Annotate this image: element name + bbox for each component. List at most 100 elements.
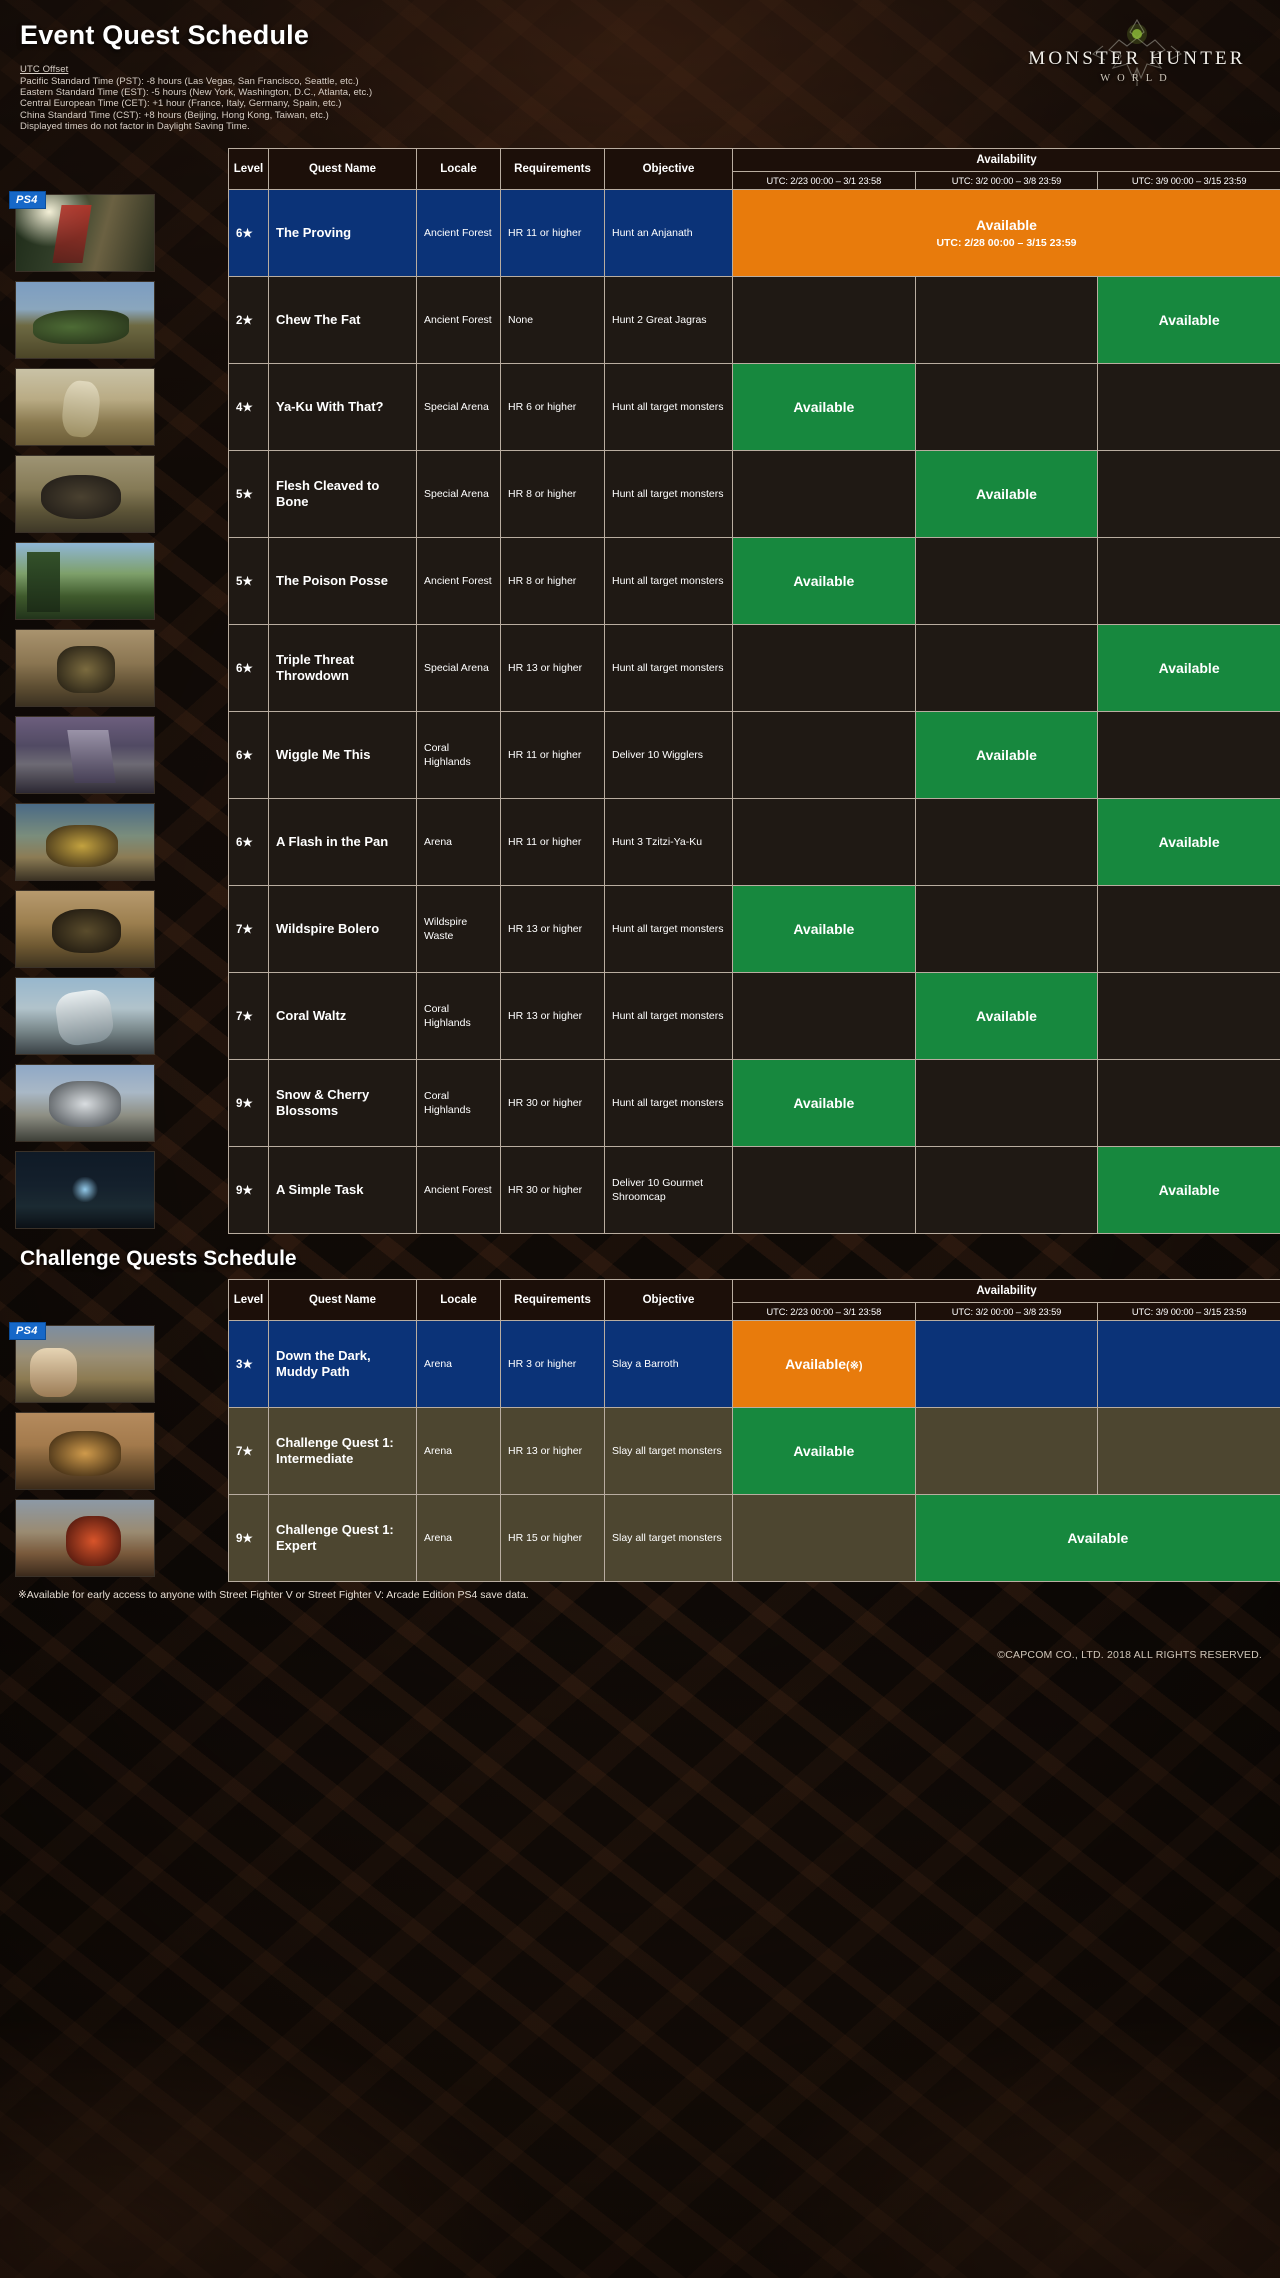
cell-quest-name: Chew The Fat xyxy=(268,276,417,364)
quest-thumbnail-art xyxy=(16,803,154,880)
event-quest-schedule: PS4 Level Quest Name Locale Requirements… xyxy=(0,148,1280,1234)
quest-thumbnail-slot xyxy=(0,711,228,798)
challenge-thumbnail-column: PS4 xyxy=(0,1279,228,1581)
quest-thumbnail-art xyxy=(16,455,154,532)
utc-offset-line: Displayed times do not factor in Dayligh… xyxy=(20,120,250,132)
cell-level: 9★ xyxy=(228,1059,269,1147)
quest-thumbnail xyxy=(15,1411,155,1490)
quest-thumbnail xyxy=(15,889,155,968)
quest-thumbnail-art xyxy=(16,629,154,706)
cell-locale: Special Arena xyxy=(416,450,501,538)
col-header-quest-name: Quest Name xyxy=(268,148,417,190)
quest-thumbnail xyxy=(15,715,155,794)
cell-locale: Coral Highlands xyxy=(416,972,501,1060)
cell-locale: Ancient Forest xyxy=(416,276,501,364)
cell-requirements: HR 11 or higher xyxy=(500,711,605,799)
utc-offset-block: UTC Offset Pacific Standard Time (PST): … xyxy=(20,64,372,132)
quest-thumbnail-art xyxy=(16,1412,154,1489)
challenge-table-body: 3★ Down the Dark, Muddy Path Arena HR 3 or … xyxy=(228,1320,1280,1582)
cell-quest-name: Flesh Cleaved to Bone xyxy=(268,450,417,538)
cell-objective: Slay a Barroth xyxy=(604,1320,733,1408)
cell-requirements: HR 13 or higher xyxy=(500,624,605,712)
cell-quest-name: Coral Waltz xyxy=(268,972,417,1060)
availability-cell-available: Available xyxy=(732,363,916,451)
header-row-primary: Level Quest Name Locale Requirements Obj… xyxy=(228,1279,1280,1321)
event-table-body: 6★ The Proving Ancient Forest HR 11 or high… xyxy=(228,189,1280,1234)
cell-locale: Wildspire Waste xyxy=(416,885,501,973)
quest-row: 9★ A Simple Task Ancient Forest HR 30 or hi… xyxy=(228,1146,1280,1234)
availability-cell-empty xyxy=(732,972,916,1060)
quest-row: 5★ Flesh Cleaved to Bone Special Arena HR 8… xyxy=(228,450,1280,538)
utc-offset-line: Eastern Standard Time (EST): -5 hours (N… xyxy=(20,87,373,99)
quest-row: 7★ Challenge Quest 1: Intermediate Arena HR… xyxy=(228,1407,1280,1495)
quest-thumbnail xyxy=(15,1063,155,1142)
availability-cell-empty xyxy=(914,1320,1099,1408)
logo-subtitle: WORLD xyxy=(1100,73,1174,84)
cell-objective: Hunt all target monsters xyxy=(604,972,733,1060)
availability-cell-available: Available xyxy=(732,537,916,625)
cell-objective: Hunt all target monsters xyxy=(604,363,733,451)
cell-locale: Special Arena xyxy=(416,624,501,712)
cell-level: 7★ xyxy=(228,972,269,1060)
quest-row: 6★ Wiggle Me This Coral Highlands HR 11 or … xyxy=(228,711,1280,799)
quest-thumbnail-art xyxy=(16,368,154,445)
quest-thumbnail-slot xyxy=(0,537,228,624)
cell-objective: Slay all target monsters xyxy=(604,1407,733,1495)
cell-level: 4★ xyxy=(228,363,269,451)
quest-row: 6★ Triple Threat Throwdown Special Arena HR… xyxy=(228,624,1280,712)
availability-cell-empty xyxy=(1097,363,1280,451)
availability-cell-available: Available xyxy=(732,885,916,973)
page-header: Event Quest Schedule UTC Offset Pacific … xyxy=(0,0,1280,148)
quest-thumbnail xyxy=(15,541,155,620)
cell-requirements: HR 3 or higher xyxy=(500,1320,605,1408)
quest-thumbnail-art xyxy=(16,716,154,793)
quest-thumbnail-art xyxy=(16,1151,154,1228)
cell-level: 6★ xyxy=(228,624,269,712)
col-header-quest-name: Quest Name xyxy=(268,1279,417,1321)
availability-cell-empty xyxy=(732,711,916,799)
availability-cell-empty xyxy=(1097,972,1280,1060)
col-header-availability: Availability xyxy=(732,148,1280,172)
col-header-level: Level xyxy=(228,1279,269,1321)
availability-cell-empty xyxy=(914,537,1099,625)
cell-requirements: HR 11 or higher xyxy=(500,189,605,277)
cell-objective: Hunt all target monsters xyxy=(604,624,733,712)
availability-cell-available: Available UTC: 2/28 00:00 – 3/15 23:59 xyxy=(732,189,1280,277)
cell-quest-name: Wiggle Me This xyxy=(268,711,417,799)
quest-thumbnail xyxy=(15,454,155,533)
cell-objective: Hunt 3 Tzitzi-Ya-Ku xyxy=(604,798,733,886)
availability-cell-available: Available xyxy=(914,1494,1280,1582)
col-header-objective: Objective xyxy=(604,148,733,190)
quest-thumbnail-slot: PS4 xyxy=(0,1320,228,1407)
cell-locale: Arena xyxy=(416,1320,501,1408)
availability-cell-empty xyxy=(914,798,1099,886)
challenge-table-head: Level Quest Name Locale Requirements Obj… xyxy=(228,1279,1280,1321)
quest-thumbnail-slot xyxy=(0,276,228,363)
quest-thumbnail-slot xyxy=(0,450,228,537)
cell-locale: Arena xyxy=(416,798,501,886)
page-title: Event Quest Schedule xyxy=(20,20,310,50)
availability-cell-available: Available xyxy=(914,711,1099,799)
cell-objective: Hunt 2 Great Jagras xyxy=(604,276,733,364)
availability-cell-empty xyxy=(1097,1407,1280,1495)
availability-cell-empty xyxy=(1097,885,1280,973)
footnote: ※Available for early access to anyone wi… xyxy=(18,1589,529,1601)
cell-objective: Deliver 10 Gourmet Shroomcap xyxy=(604,1146,733,1234)
event-quest-table: Level Quest Name Locale Requirements Obj… xyxy=(228,148,1280,1234)
ps4-platform-badge: PS4 xyxy=(9,1322,46,1340)
availability-cell-empty xyxy=(1097,1320,1280,1408)
quest-thumbnail-slot xyxy=(0,1494,228,1581)
col-header-availability: Availability xyxy=(732,1279,1280,1303)
cell-quest-name: Challenge Quest 1: Expert xyxy=(268,1494,417,1582)
quest-thumbnail-slot xyxy=(0,798,228,885)
quest-thumbnail-art xyxy=(16,977,154,1054)
cell-locale: Special Arena xyxy=(416,363,501,451)
quest-thumbnail-art xyxy=(16,1064,154,1141)
quest-row: 4★ Ya-Ku With That? Special Arena HR 6 or h… xyxy=(228,363,1280,451)
availability-cell-empty xyxy=(1097,1059,1280,1147)
cell-requirements: HR 8 or higher xyxy=(500,537,605,625)
col-header-requirements: Requirements xyxy=(500,1279,605,1321)
availability-cell-empty xyxy=(1097,711,1280,799)
logo-title: MONSTER HUNTER xyxy=(1028,48,1246,69)
availability-cell-available: Available xyxy=(732,1407,916,1495)
